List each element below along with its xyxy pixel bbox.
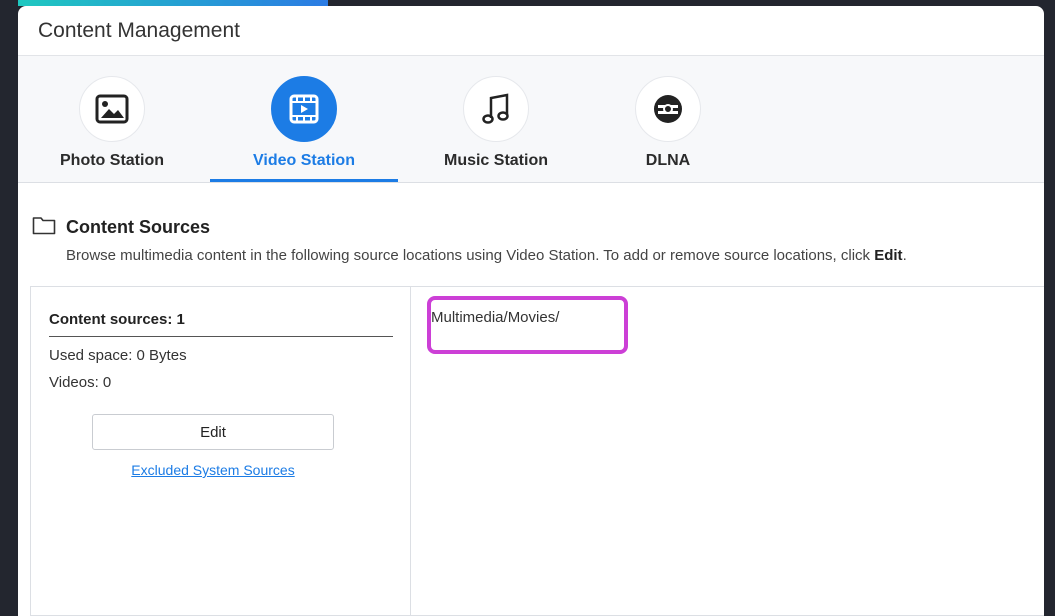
content-management-window: Content Management Photo Station Video S…: [18, 6, 1044, 616]
content-sources-count: Content sources: 1: [49, 311, 393, 337]
title-bar: Content Management: [18, 6, 1044, 56]
dlna-icon: [635, 76, 701, 142]
window-title: Content Management: [38, 18, 240, 42]
description-end: .: [902, 247, 907, 264]
tab-music-station[interactable]: Music Station: [402, 76, 590, 182]
video-icon: [271, 76, 337, 142]
videos-count: Videos: 0: [49, 374, 112, 391]
source-path-item[interactable]: Multimedia/Movies/: [431, 309, 559, 326]
photo-icon: [79, 76, 145, 142]
section-description: Browse multimedia content in the followi…: [66, 247, 907, 264]
edit-button[interactable]: Edit: [92, 414, 334, 450]
used-space: Used space: 0 Bytes: [49, 347, 187, 364]
folder-icon: [32, 215, 56, 240]
tab-dlna[interactable]: DLNA: [574, 76, 762, 182]
tab-label: Video Station: [253, 152, 355, 169]
sources-panel: Content sources: 1 Used space: 0 Bytes V…: [30, 286, 1044, 616]
tab-label: DLNA: [645, 152, 691, 169]
excluded-system-sources-link[interactable]: Excluded System Sources: [31, 462, 395, 478]
description-edit-word: Edit: [874, 247, 903, 264]
station-tabs: Photo Station Video Station Music Statio…: [18, 56, 1044, 183]
description-text: Browse multimedia content in the followi…: [66, 247, 875, 264]
content-sources-header: Content Sources: [32, 215, 210, 240]
tab-label: Music Station: [443, 152, 548, 169]
section-title: Content Sources: [66, 217, 211, 237]
sources-summary: Content sources: 1 Used space: 0 Bytes V…: [31, 287, 411, 615]
tab-photo-station[interactable]: Photo Station: [18, 76, 206, 182]
tab-video-station[interactable]: Video Station: [210, 76, 398, 182]
tab-label: Photo Station: [60, 152, 164, 169]
music-note-icon: [463, 76, 529, 142]
